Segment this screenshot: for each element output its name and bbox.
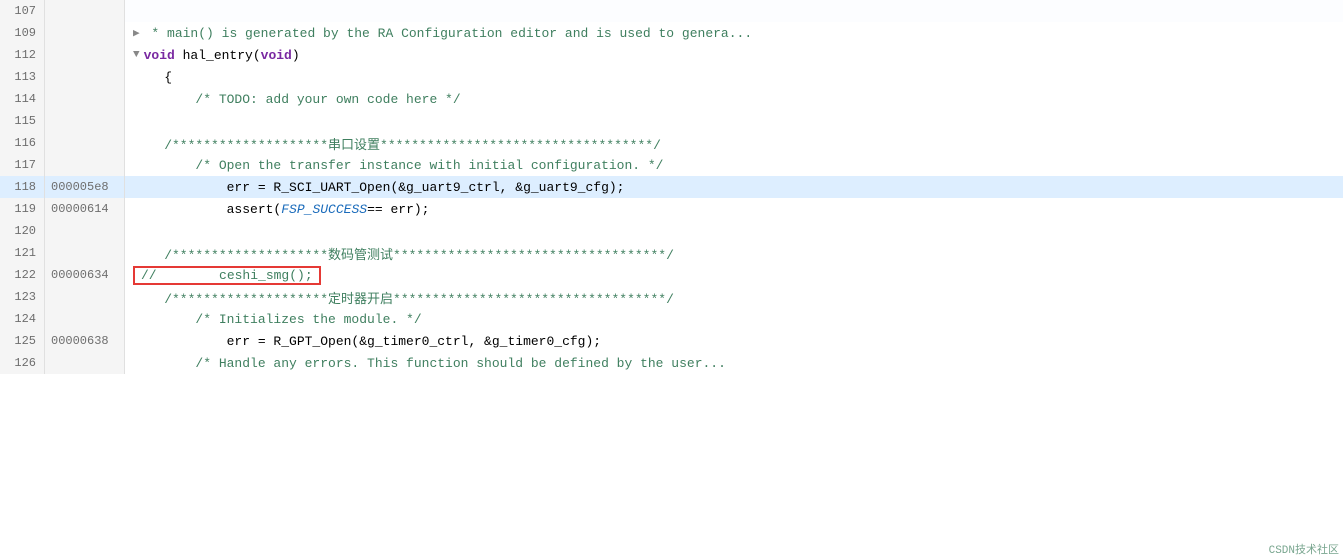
- code-text: {: [125, 66, 172, 88]
- keyword-void: void: [144, 48, 175, 63]
- code-text: // ceshi_smg();: [125, 264, 321, 286]
- address-cell: 00000634: [45, 264, 125, 286]
- table-row: 120: [0, 220, 1343, 242]
- line-number: 112: [0, 44, 45, 66]
- code-text: ▼ void hal_entry( void ): [125, 44, 300, 66]
- line-number: 126: [0, 352, 45, 374]
- serial-comment: /********************串口设置***************…: [133, 134, 661, 153]
- table-row: 107: [0, 0, 1343, 22]
- code-text: err = R_GPT_Open(&g_timer0_ctrl, &g_time…: [125, 330, 601, 352]
- line-number: 125: [0, 330, 45, 352]
- collapse-icon[interactable]: ▼: [133, 49, 140, 61]
- code-text: err = R_SCI_UART_Open(&g_uart9_ctrl, &g_…: [125, 176, 1343, 198]
- address-cell: [45, 66, 125, 88]
- table-row: 116 /********************串口设置***********…: [0, 132, 1343, 154]
- address-cell: [45, 110, 125, 132]
- line-number: 107: [0, 0, 45, 22]
- address-cell: [45, 220, 125, 242]
- table-row: 122 00000634 // ceshi_smg();: [0, 264, 1343, 286]
- gpt-open-code: err = R_GPT_Open(&g_timer0_ctrl, &g_time…: [133, 334, 601, 349]
- line-number: 109: [0, 22, 45, 44]
- comment-span: * main() is generated by the RA Configur…: [144, 26, 753, 41]
- table-row: 123 /********************定时器开启**********…: [0, 286, 1343, 308]
- address-cell: [45, 154, 125, 176]
- address-cell: [45, 286, 125, 308]
- fsp-success: FSP_SUCCESS: [281, 202, 367, 217]
- line-number: 121: [0, 242, 45, 264]
- table-row: 109 ▶ * main() is generated by the RA Co…: [0, 22, 1343, 44]
- address-cell: [45, 132, 125, 154]
- assert-rest: == err);: [367, 202, 429, 217]
- address-cell: 000005e8: [45, 176, 125, 198]
- line-number: 120: [0, 220, 45, 242]
- line-number: 123: [0, 286, 45, 308]
- line-number: 114: [0, 88, 45, 110]
- table-row: 112 ▼ void hal_entry( void ): [0, 44, 1343, 66]
- table-row: 118 000005e8 err = R_SCI_UART_Open(&g_ua…: [0, 176, 1343, 198]
- table-row: 113 {: [0, 66, 1343, 88]
- code-text: /* TODO: add your own code here */: [125, 88, 461, 110]
- line-number: 117: [0, 154, 45, 176]
- address-cell: 00000614: [45, 198, 125, 220]
- line-number: 124: [0, 308, 45, 330]
- code-text: /********************定时器开启**************…: [125, 286, 674, 308]
- line-number: 115: [0, 110, 45, 132]
- table-row: 124 /* Initializes the module. */: [0, 308, 1343, 330]
- code-text: [125, 220, 133, 242]
- code-text: assert(FSP_SUCCESS == err);: [125, 198, 429, 220]
- open-brace: {: [133, 70, 172, 85]
- open-transfer-comment: /* Open the transfer instance with initi…: [133, 158, 664, 173]
- table-row: 125 00000638 err = R_GPT_Open(&g_timer0_…: [0, 330, 1343, 352]
- line-number: 116: [0, 132, 45, 154]
- table-row: 114 /* TODO: add your own code here */: [0, 88, 1343, 110]
- code-text: [125, 0, 133, 22]
- paren-close: ): [292, 48, 300, 63]
- assert-code: assert(: [133, 202, 281, 217]
- line-number: 118: [0, 176, 45, 198]
- code-text: /* Open the transfer instance with initi…: [125, 154, 664, 176]
- table-row: 117 /* Open the transfer instance with i…: [0, 154, 1343, 176]
- todo-comment: /* TODO: add your own code here */: [133, 92, 461, 107]
- address-cell: [45, 352, 125, 374]
- address-cell: [45, 44, 125, 66]
- code-text: ▶ * main() is generated by the RA Config…: [125, 22, 752, 44]
- digit-tube-comment: /********************数码管测试**************…: [133, 244, 674, 263]
- code-text: /* Handle any errors. This function shou…: [125, 352, 726, 374]
- handle-errors-comment: /* Handle any errors. This function shou…: [133, 356, 726, 371]
- timer-comment: /********************定时器开启**************…: [133, 288, 674, 307]
- line-number: 113: [0, 66, 45, 88]
- table-row: 119 00000614 assert(FSP_SUCCESS == err);: [0, 198, 1343, 220]
- keyword-void2: void: [261, 48, 292, 63]
- table-row: 121 /********************数码管测试**********…: [0, 242, 1343, 264]
- line-number: 119: [0, 198, 45, 220]
- code-text: /********************串口设置***************…: [125, 132, 661, 154]
- code-text: /* Initializes the module. */: [125, 308, 422, 330]
- boxed-comment-code: // ceshi_smg();: [133, 266, 321, 285]
- table-row: 115: [0, 110, 1343, 132]
- collapse-icon[interactable]: ▶: [133, 26, 140, 40]
- line-number: 122: [0, 264, 45, 286]
- code-text: [125, 110, 133, 132]
- function-name: hal_entry(: [175, 48, 261, 63]
- code-editor: 107 109 ▶ * main() is generated by the R…: [0, 0, 1343, 559]
- address-cell: 00000638: [45, 330, 125, 352]
- address-cell: [45, 0, 125, 22]
- uart-open-code: err = R_SCI_UART_Open(&g_uart9_ctrl, &g_…: [133, 180, 624, 195]
- address-cell: [45, 308, 125, 330]
- address-cell: [45, 22, 125, 44]
- code-text: /********************数码管测试**************…: [125, 242, 674, 264]
- init-module-comment: /* Initializes the module. */: [133, 312, 422, 327]
- address-cell: [45, 88, 125, 110]
- address-cell: [45, 242, 125, 264]
- table-row: 126 /* Handle any errors. This function …: [0, 352, 1343, 374]
